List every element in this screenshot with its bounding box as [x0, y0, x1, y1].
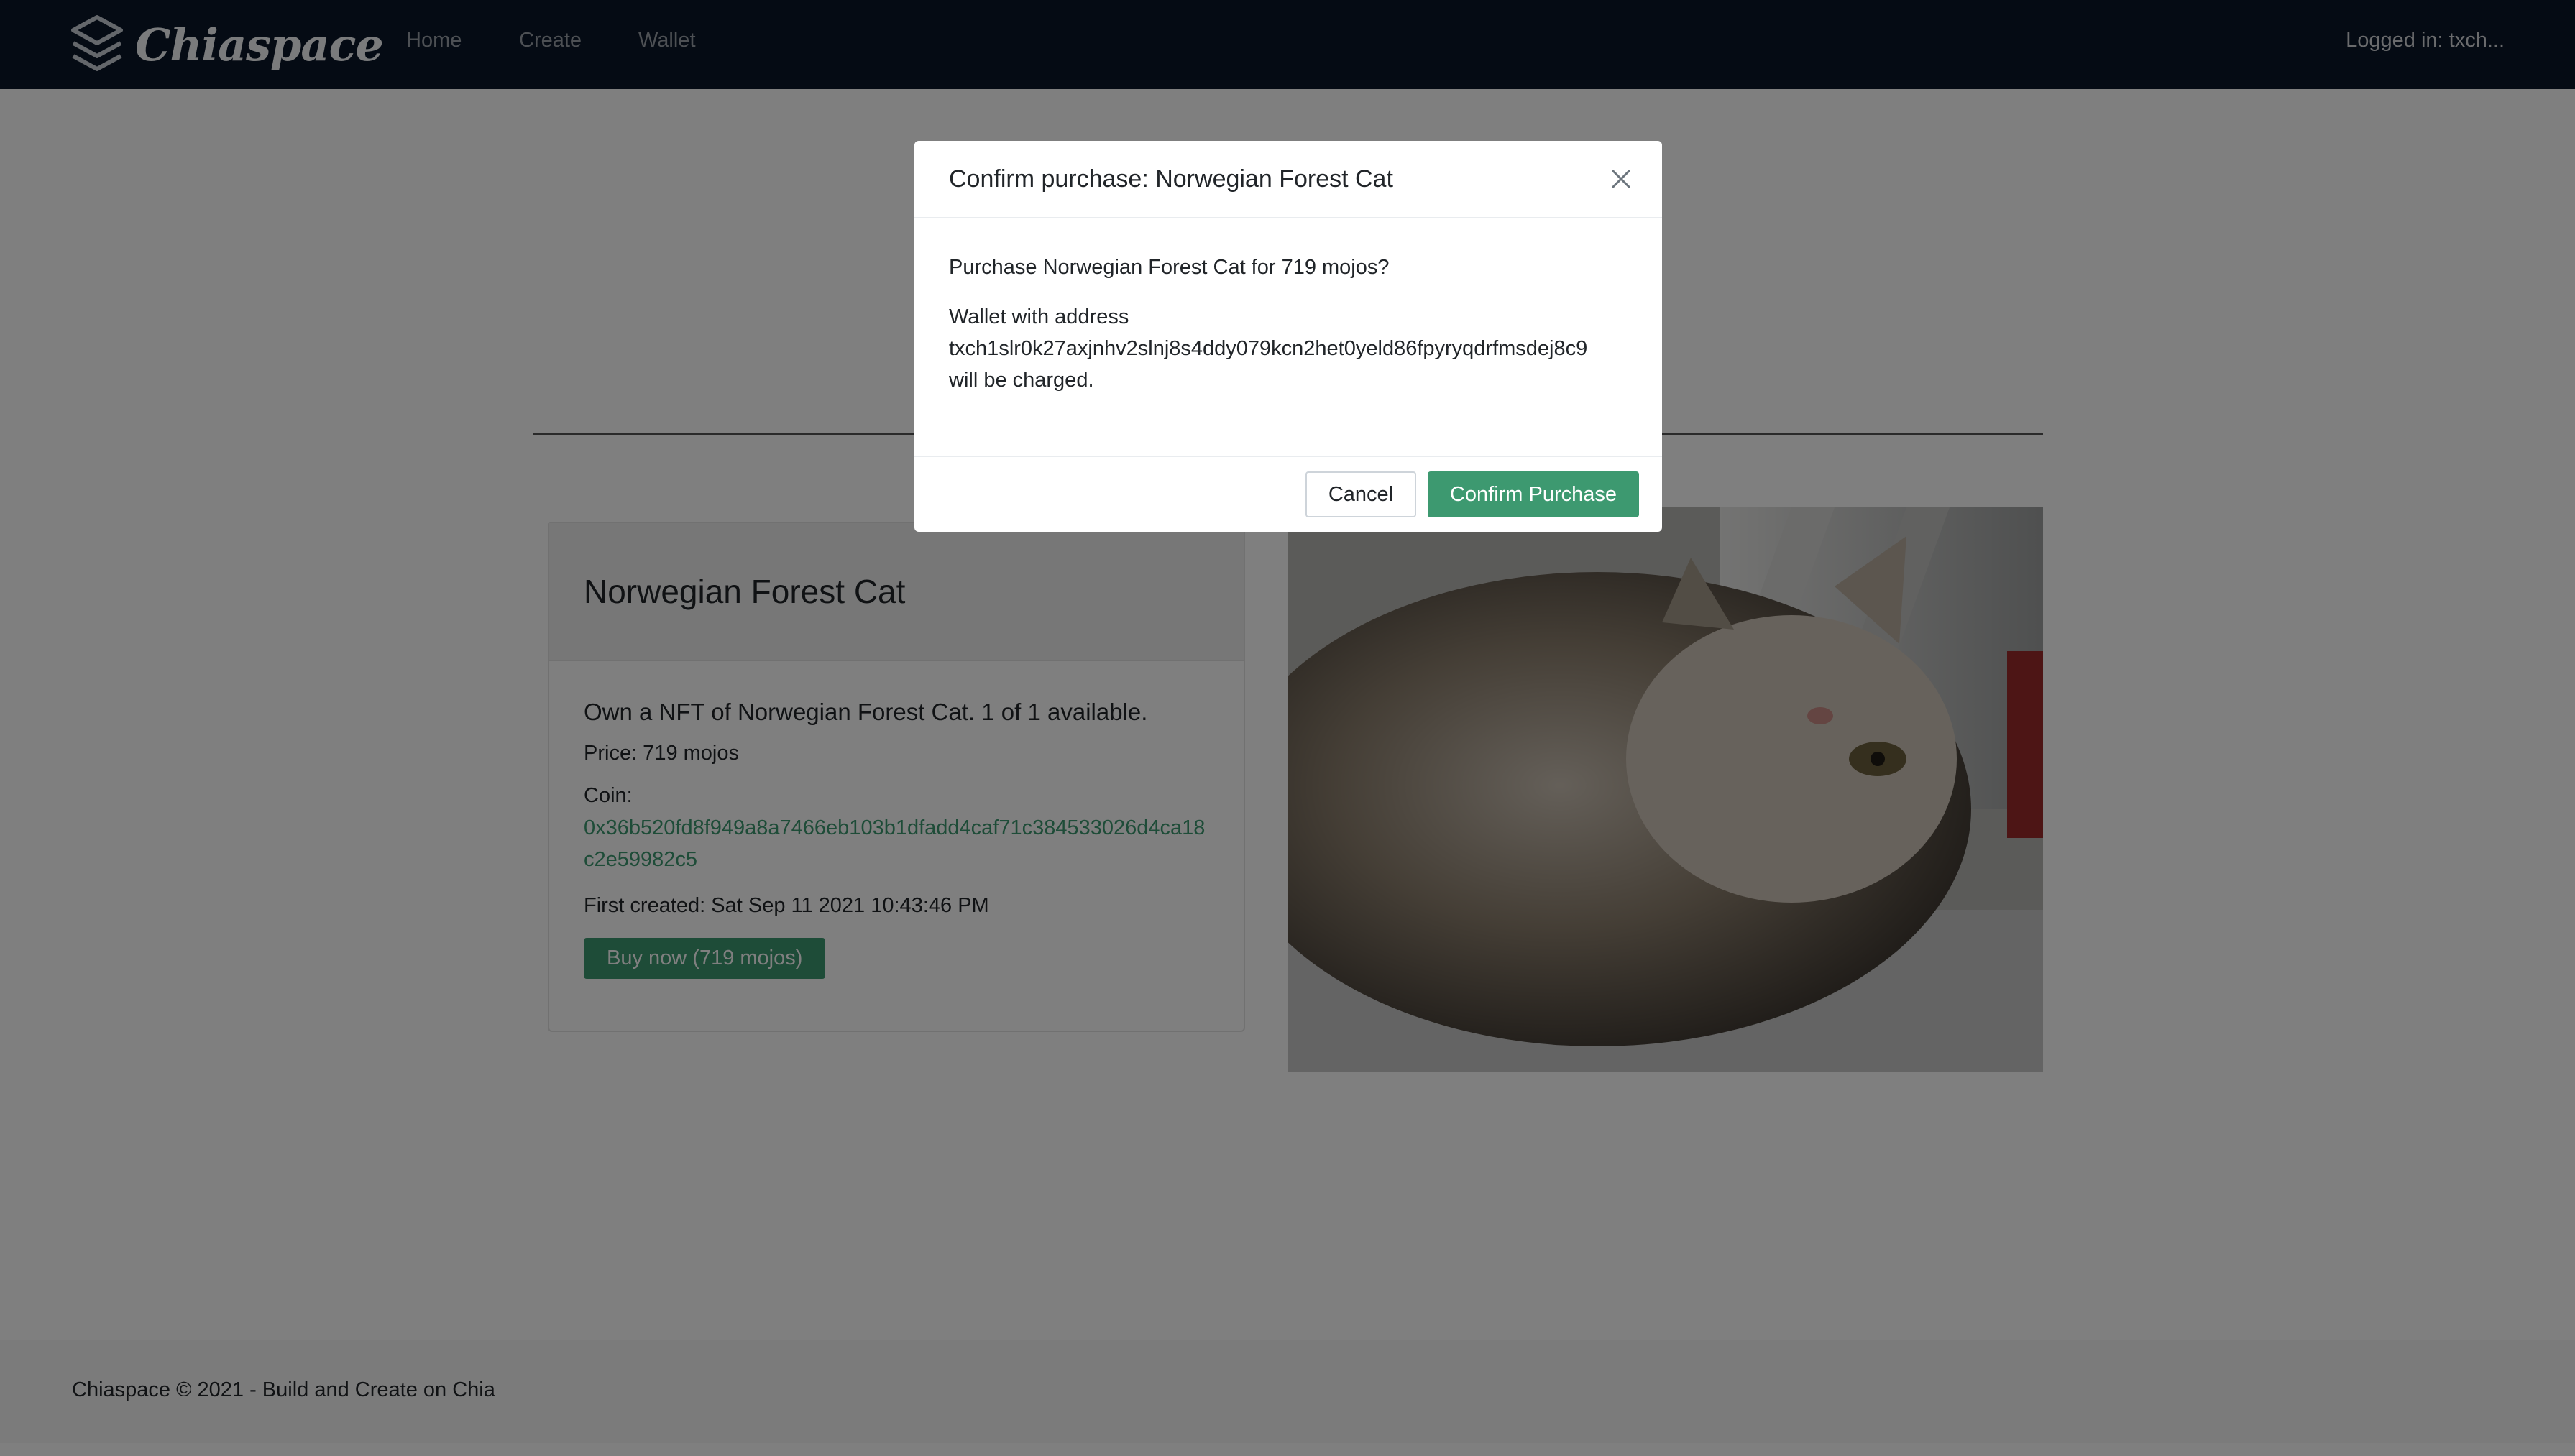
wallet-line-label: Wallet with address	[949, 305, 1129, 328]
modal-title: Confirm purchase: Norwegian Forest Cat	[949, 165, 1393, 193]
modal-footer: Cancel Confirm Purchase	[914, 456, 1662, 533]
confirm-purchase-modal: Confirm purchase: Norwegian Forest Cat P…	[914, 141, 1662, 532]
wallet-info: Wallet with address txch1slr0k27axjnhv2s…	[949, 301, 1632, 396]
purchase-question: Purchase Norwegian Forest Cat for 719 mo…	[949, 256, 1390, 279]
wallet-address: txch1slr0k27axjnhv2slnj8s4ddy079kcn2het0…	[949, 337, 1588, 360]
modal-body: Purchase Norwegian Forest Cat for 719 mo…	[949, 256, 1632, 396]
wallet-line-charged: will be charged.	[949, 369, 1094, 392]
close-icon[interactable]	[1607, 165, 1635, 193]
modal-header: Confirm purchase: Norwegian Forest Cat	[914, 141, 1662, 218]
confirm-purchase-button[interactable]: Confirm Purchase	[1428, 471, 1639, 517]
cancel-button[interactable]: Cancel	[1305, 471, 1416, 517]
